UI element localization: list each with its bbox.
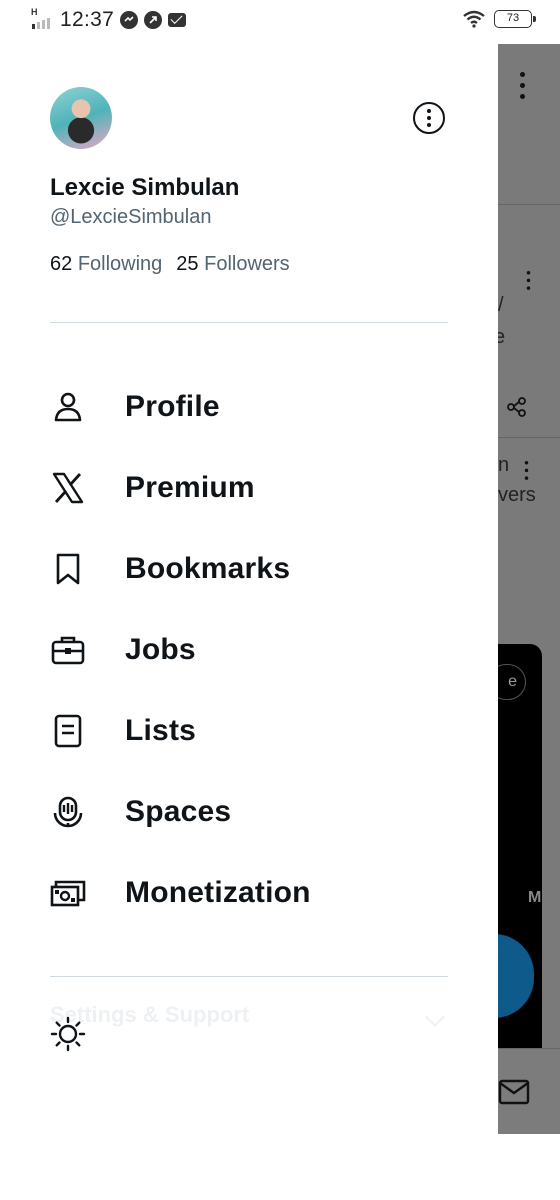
briefcase-icon: [50, 632, 86, 668]
menu-item-spaces[interactable]: Spaces: [0, 777, 498, 847]
sun-icon: [50, 1016, 86, 1052]
menu-item-label: Bookmarks: [125, 552, 291, 585]
bookmark-icon: [50, 551, 86, 587]
display-name[interactable]: Lexcie Simbulan: [50, 174, 239, 202]
divider: [50, 976, 448, 977]
status-left: H 12:37: [30, 7, 187, 32]
background-post-more-icon: [524, 460, 529, 484]
following-count: 62: [50, 253, 73, 275]
background-overlay[interactable]: / e n vers e M: [498, 44, 560, 1134]
signal-icon: H: [30, 7, 54, 31]
divider: [50, 322, 448, 323]
background-bottom-nav: [498, 1048, 560, 1134]
background-text: n: [498, 454, 510, 476]
avatar[interactable]: [50, 87, 112, 149]
menu-item-premium[interactable]: Premium: [0, 453, 498, 523]
following-label: Following: [77, 253, 163, 275]
money-icon: [50, 875, 86, 911]
list-icon: [50, 713, 86, 749]
messages-icon: [498, 1079, 530, 1105]
mail-notification-icon: [168, 13, 187, 27]
menu-item-lists[interactable]: Lists: [0, 696, 498, 766]
network-type: H: [31, 7, 38, 17]
user-handle[interactable]: @LexcieSimbulan: [50, 206, 212, 229]
settings-support-toggle[interactable]: Settings & Support: [50, 1002, 448, 1038]
person-icon: [50, 389, 86, 425]
background-text: vers: [498, 484, 536, 506]
followers-link[interactable]: 25 Followers: [176, 253, 289, 275]
background-post-more-icon: [526, 270, 531, 294]
following-link[interactable]: 62 Following: [50, 253, 162, 275]
app-notification-icon: [144, 11, 163, 29]
spaces-icon: [50, 794, 86, 830]
background-text: M: [528, 889, 542, 906]
background-divider: [498, 204, 560, 205]
followers-count: 25: [176, 253, 199, 275]
menu-item-label: Premium: [125, 471, 255, 504]
menu-item-bookmarks[interactable]: Bookmarks: [0, 534, 498, 604]
follow-stats: 62 Following 25 Followers: [50, 253, 290, 276]
background-divider: [498, 437, 560, 438]
menu-item-label: Profile: [125, 390, 220, 423]
menu-item-monetization[interactable]: Monetization: [0, 858, 498, 928]
menu-item-label: Jobs: [125, 633, 196, 666]
status-right: 73: [462, 10, 536, 28]
background-share-icon: [507, 397, 526, 417]
followers-label: Followers: [204, 253, 290, 275]
background-text: /: [498, 294, 504, 316]
battery-level: 73: [506, 12, 520, 24]
menu-item-label: Monetization: [125, 876, 311, 909]
account-options-button[interactable]: [413, 102, 445, 134]
clock: 12:37: [60, 8, 115, 31]
status-bar: H 12:37 73: [0, 0, 560, 44]
menu-item-profile[interactable]: Profile: [0, 372, 498, 442]
display-theme-button[interactable]: [50, 1016, 86, 1052]
menu-item-jobs[interactable]: Jobs: [0, 615, 498, 685]
x-logo-icon: [50, 470, 86, 506]
battery-icon: 73: [494, 10, 536, 28]
menu-item-label: Lists: [125, 714, 197, 747]
menu-item-label: Spaces: [125, 795, 232, 828]
background-text: e: [498, 326, 506, 348]
messenger-icon: [120, 11, 139, 29]
chevron-down-icon: [425, 1007, 445, 1027]
wifi-icon: [463, 10, 485, 28]
background-more-icon: [520, 72, 525, 105]
